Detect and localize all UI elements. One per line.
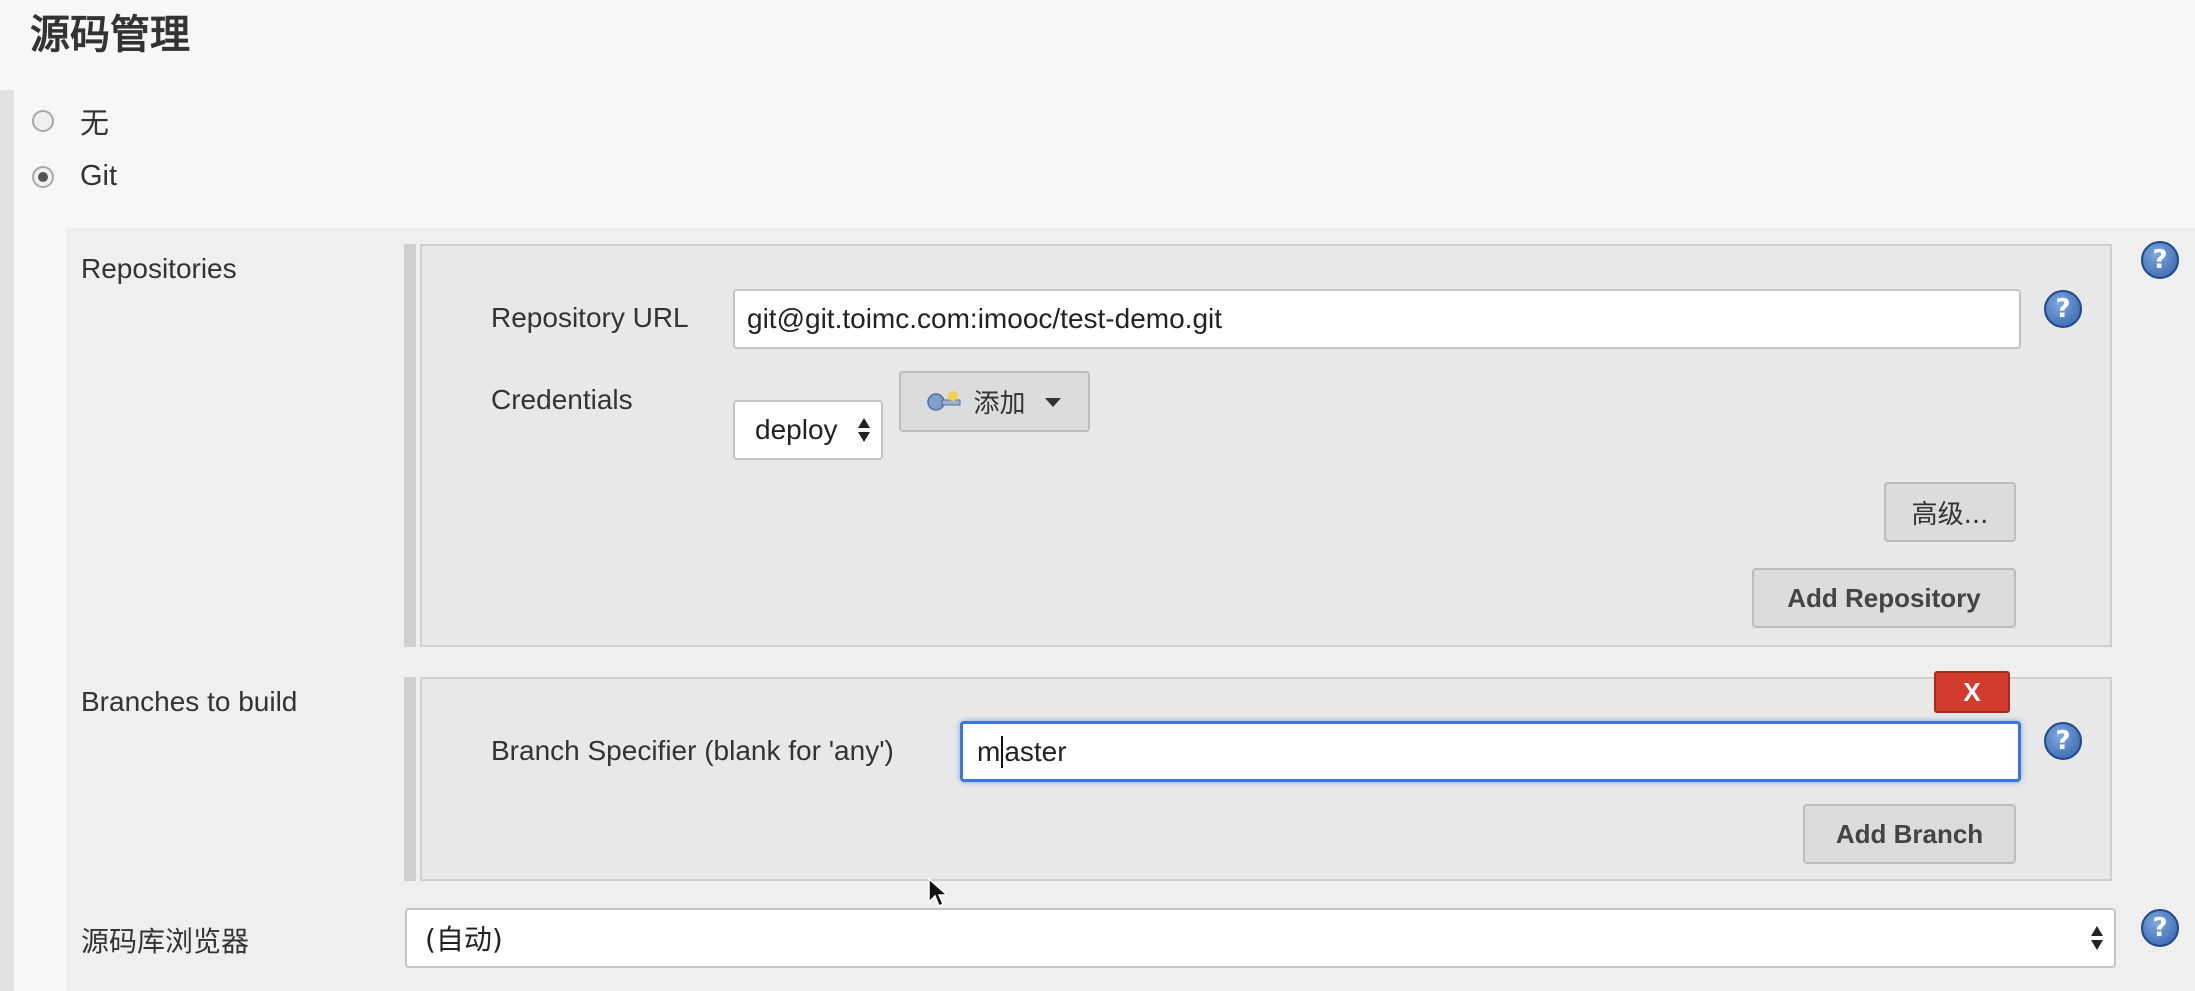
credentials-value: deploy bbox=[755, 414, 838, 445]
radio-git-dot bbox=[38, 171, 48, 182]
scm-config-page: 源码管理 无 Git Repositories ? Repository URL… bbox=[0, 0, 2195, 991]
left-divider bbox=[0, 90, 14, 991]
add-credentials-button[interactable]: 添加 bbox=[899, 371, 1090, 432]
repository-url-input[interactable]: git@git.toimc.com:imooc/test-demo.git bbox=[733, 289, 2021, 349]
select-arrows-icon bbox=[2091, 926, 2103, 950]
repository-url-label: Repository URL bbox=[491, 302, 689, 333]
repositories-panel-bar bbox=[404, 244, 416, 647]
branch-specifier-value-end: aster bbox=[1004, 735, 1067, 767]
repository-browser-value: (自动) bbox=[425, 923, 503, 956]
credentials-select[interactable]: deploy bbox=[733, 400, 883, 460]
scm-option-git[interactable]: Git bbox=[32, 160, 117, 193]
radio-none-label: 无 bbox=[80, 106, 110, 140]
credentials-label: Credentials bbox=[491, 384, 633, 415]
select-arrows-icon bbox=[858, 418, 870, 442]
branches-label: Branches to build bbox=[81, 686, 298, 717]
branch-specifier-label: Branch Specifier (blank for 'any') bbox=[491, 735, 894, 766]
delete-branch-button[interactable]: X bbox=[1934, 671, 2010, 713]
section-title: 源码管理 bbox=[30, 12, 190, 58]
branch-specifier-help-icon[interactable]: ? bbox=[2044, 722, 2082, 760]
radio-git[interactable] bbox=[32, 165, 54, 188]
repositories-label: Repositories bbox=[81, 253, 237, 284]
mouse-pointer-icon bbox=[928, 878, 948, 908]
scm-option-none[interactable]: 无 bbox=[32, 100, 109, 142]
add-branch-button[interactable]: Add Branch bbox=[1803, 804, 2016, 864]
repository-browser-select[interactable]: (自动) bbox=[405, 908, 2116, 968]
branch-specifier-input[interactable]: m aster bbox=[960, 721, 2021, 782]
repositories-help-icon[interactable]: ? bbox=[2141, 241, 2179, 279]
radio-git-label: Git bbox=[80, 160, 118, 192]
advanced-button[interactable]: 高级... bbox=[1884, 482, 2016, 542]
text-caret bbox=[1001, 735, 1004, 768]
chevron-down-icon bbox=[1044, 397, 1061, 407]
branches-panel-bar bbox=[404, 677, 416, 881]
repository-browser-label: 源码库浏览器 bbox=[81, 925, 250, 958]
branch-specifier-value-start: m bbox=[977, 735, 1001, 767]
repository-browser-help-icon[interactable]: ? bbox=[2141, 909, 2179, 947]
add-credentials-label: 添加 bbox=[973, 389, 1026, 419]
add-repository-button[interactable]: Add Repository bbox=[1752, 568, 2016, 628]
repository-url-help-icon[interactable]: ? bbox=[2044, 290, 2082, 328]
key-icon bbox=[927, 390, 961, 411]
repository-url-value: git@git.toimc.com:imooc/test-demo.git bbox=[747, 303, 1223, 334]
radio-none[interactable] bbox=[32, 110, 54, 132]
